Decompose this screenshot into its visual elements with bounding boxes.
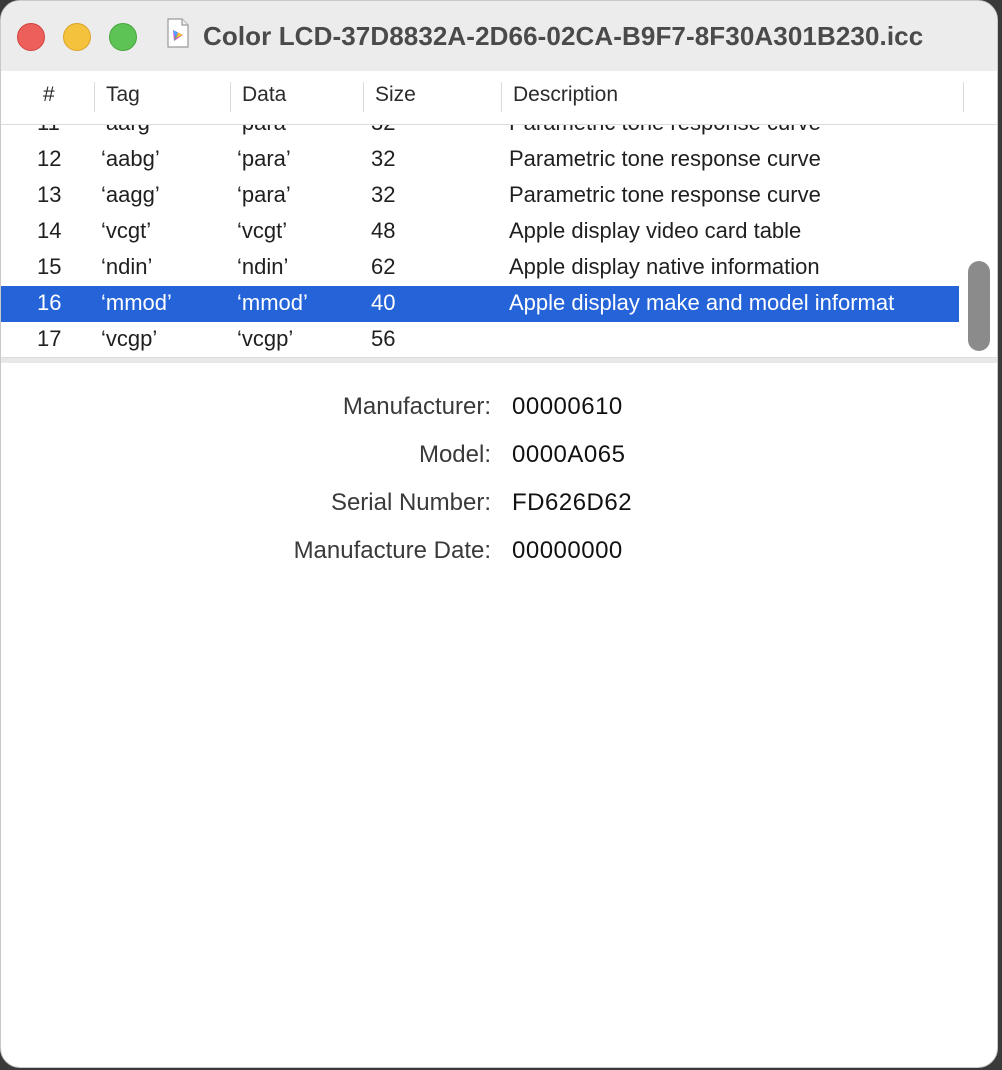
close-window-button[interactable] [17,23,45,51]
row-number: 13 [37,182,62,207]
column-header-size[interactable]: Size [375,83,416,107]
column-header-description[interactable]: Description [513,83,618,107]
row-data-type: ‘ndin’ [237,254,289,279]
table-row[interactable]: 13 ‘aagg’ ‘para’ 32 Parametric tone resp… [1,178,959,214]
table-row[interactable]: 15 ‘ndin’ ‘ndin’ 62 Apple display native… [1,250,959,286]
row-description: Apple display video card table [509,218,802,243]
row-data-type: ‘vcgt’ [237,218,288,243]
row-data-type: ‘para’ [237,146,291,171]
table-row[interactable]: 14 ‘vcgt’ ‘vcgt’ 48 Apple display video … [1,214,959,250]
row-size: 32 [371,146,396,171]
table-scrollbar-thumb[interactable] [968,261,990,351]
table-row-selected[interactable]: 16 ‘mmod’ ‘mmod’ 40 Apple display make a… [1,286,959,322]
row-tag: ‘vcgp’ [101,326,158,351]
row-description: Parametric tone response curve [509,146,821,171]
row-tag: ‘vcgt’ [101,218,152,243]
detail-label: Model: [418,441,491,468]
detail-value: 0000A065 [512,441,626,468]
column-divider[interactable] [94,82,95,112]
row-data-type: ‘vcgp’ [237,326,294,351]
column-divider[interactable] [363,82,364,112]
column-header-tag[interactable]: Tag [106,83,140,107]
profile-window: Color LCD-37D8832A-2D66-02CA-B9F7-8F30A3… [0,0,998,1068]
detail-model: Model: 0000A065 [1,441,997,489]
detail-label: Serial Number: [330,489,491,516]
row-description: Parametric tone response curve [509,182,821,207]
detail-serial-number: Serial Number: FD626D62 [1,489,997,537]
row-size: 62 [371,254,396,279]
minimize-window-button[interactable] [63,23,91,51]
row-size: 32 [371,182,396,207]
table-row[interactable]: 17 ‘vcgp’ ‘vcgp’ 56 [1,322,959,358]
table-row[interactable]: 12 ‘aabg’ ‘para’ 32 Parametric tone resp… [1,142,959,178]
row-number: 14 [37,218,62,243]
row-data-type: ‘mmod’ [237,290,308,315]
tag-details: Manufacturer: 00000610 Model: 0000A065 S… [1,393,997,585]
title-bar[interactable]: Color LCD-37D8832A-2D66-02CA-B9F7-8F30A3… [1,1,997,72]
row-size: 48 [371,218,396,243]
row-number: 12 [37,146,62,171]
row-description: Apple display native information [509,254,820,279]
tag-table[interactable]: # Tag Data Size Description 11 ‘aarg’ ‘p… [1,71,997,359]
detail-label: Manufacture Date: [293,537,491,564]
column-header-data[interactable]: Data [242,83,286,107]
row-tag: ‘mmod’ [101,290,172,315]
column-header-number[interactable]: # [43,83,55,107]
row-description: Apple display make and model informat [509,290,895,315]
detail-value: 00000610 [512,393,623,420]
row-number: 17 [37,326,62,351]
color-profile-document-icon[interactable] [167,18,189,48]
row-size: 40 [371,290,396,315]
row-tag: ‘aagg’ [101,182,160,207]
row-tag: ‘ndin’ [101,254,153,279]
window-title: Color LCD-37D8832A-2D66-02CA-B9F7-8F30A3… [203,21,924,51]
detail-manufacturer: Manufacturer: 00000610 [1,393,997,441]
column-divider[interactable] [501,82,502,112]
row-size: 56 [371,326,396,351]
detail-value: 00000000 [512,537,623,564]
detail-manufacture-date: Manufacture Date: 00000000 [1,537,997,585]
row-number: 16 [37,290,62,315]
table-rows: 11 ‘aarg’ ‘para’ 32 Parametric tone resp… [1,106,959,358]
split-view-divider[interactable] [1,357,997,363]
column-divider[interactable] [230,82,231,112]
detail-label: Manufacturer: [342,393,491,420]
column-divider[interactable] [963,82,964,112]
row-number: 15 [37,254,62,279]
detail-value: FD626D62 [512,489,633,516]
row-data-type: ‘para’ [237,182,291,207]
table-header: # Tag Data Size Description [1,71,997,125]
row-tag: ‘aabg’ [101,146,160,171]
zoom-window-button[interactable] [109,23,137,51]
